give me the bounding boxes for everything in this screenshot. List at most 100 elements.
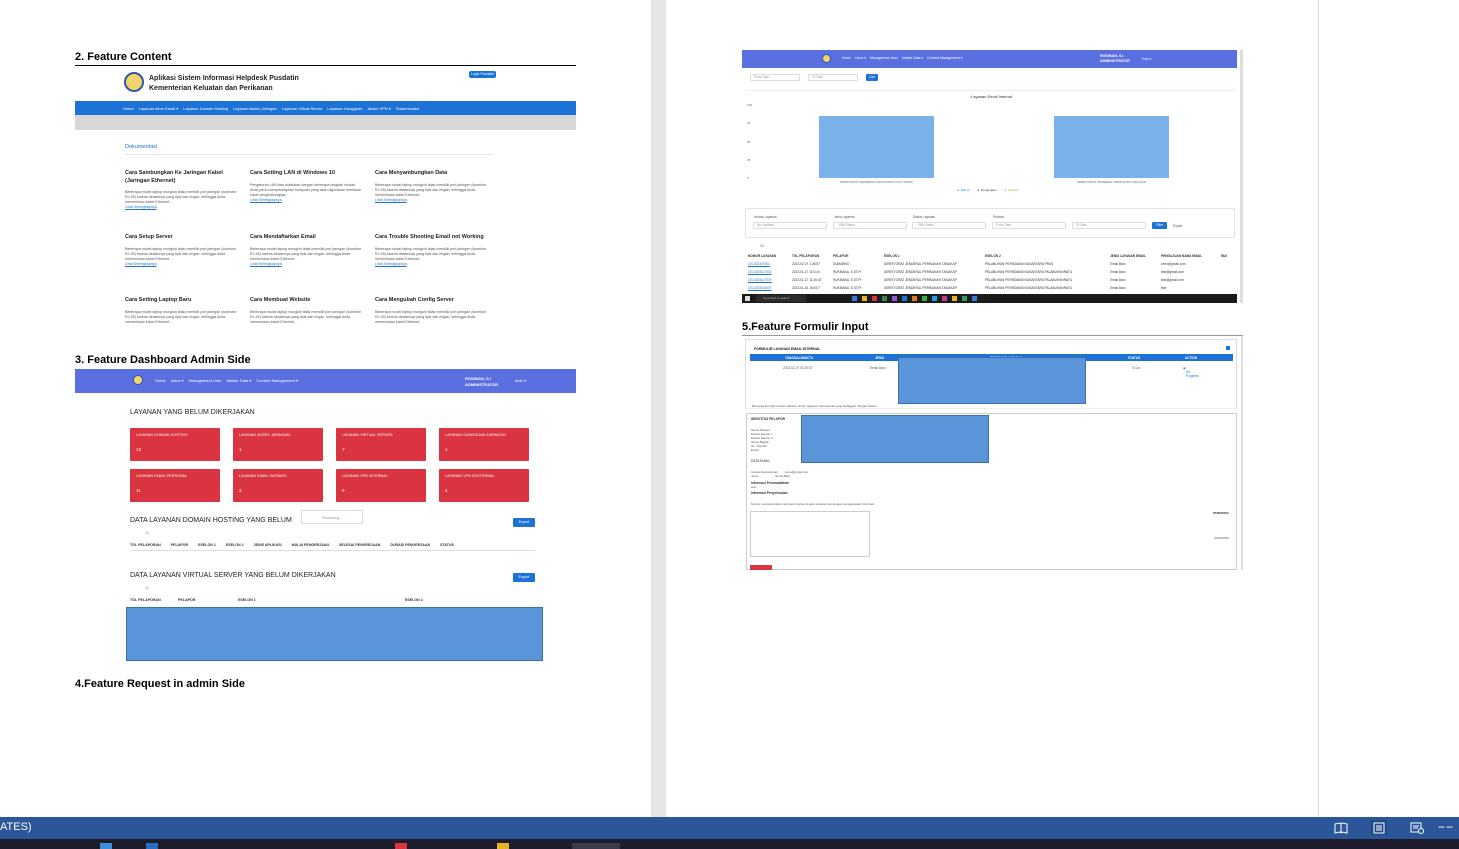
read-mode-icon[interactable] — [1333, 820, 1349, 835]
submit-button[interactable] — [750, 565, 772, 570]
login-button[interactable]: Login Pusdatin — [469, 71, 496, 78]
request-number-link[interactable]: LEI-202311700Z — [748, 270, 772, 274]
nav-item[interactable]: Layanan Akun Email ▾ — [139, 106, 179, 111]
windows-start-icon[interactable] — [745, 296, 750, 301]
jenis-layanan-select[interactable]: - Pilih Status - — [833, 222, 907, 229]
read-more-link[interactable]: Lihat Selengkapnya — [250, 198, 365, 202]
language-indicator[interactable]: ATES) — [0, 821, 32, 833]
breadcrumb[interactable]: Dokumentasi — [125, 144, 157, 150]
column-header[interactable]: JENIS LAYANAN EMAIL — [1110, 254, 1146, 258]
read-more-link[interactable]: Lihat Selengkapnya — [375, 198, 490, 202]
user-info[interactable]: ROSIMAN, S.I ADMINISTRATOR — [1100, 54, 1130, 64]
action-radio[interactable]: ◉ On Progress — [1183, 366, 1199, 378]
table-row[interactable]: LEI-202311700Y 2023-01-17 11:25:42 RUKMA… — [748, 278, 1236, 285]
web-layout-icon[interactable] — [1409, 820, 1425, 835]
admin-menu-item[interactable]: Inbox ▾ — [855, 56, 866, 60]
to-date-input[interactable]: To Date — [808, 74, 858, 81]
column-header[interactable]: ESELON 1 — [884, 254, 900, 258]
no-layanan-input[interactable]: No Layanan — [753, 222, 827, 229]
table-row[interactable]: LEI-202311600T 2023-01-16 16:44:7 RUKMAN… — [748, 286, 1236, 293]
legend-item[interactable]: Pengerjaan — [977, 188, 996, 192]
admin-menu-item[interactable]: Inbox ▾ — [171, 378, 184, 383]
export-link[interactable]: Export — [1173, 224, 1182, 228]
column-header[interactable]: PELAPOR — [171, 543, 188, 547]
column-header[interactable]: ESELON 2 — [405, 598, 423, 602]
service-card[interactable]: LAYANAN EMAIL INSTANSI 3 — [233, 469, 323, 502]
app-icon[interactable] — [852, 296, 857, 301]
show-entries-select[interactable]: 10 — [145, 531, 149, 535]
folder-icon[interactable] — [862, 296, 867, 301]
taskbar-search[interactable]: Type here to search — [756, 295, 806, 302]
penyelesaian-textarea[interactable] — [750, 511, 870, 557]
language-dropdown[interactable]: Indo ▾ — [1142, 57, 1151, 61]
column-header[interactable]: SELESAI PENGERJAAN — [339, 543, 380, 547]
nav-item[interactable]: Layanan Akses Jaringan — [233, 106, 277, 111]
legend-item[interactable]: Selesai — [1005, 188, 1018, 192]
nav-item[interactable]: Home — [123, 106, 134, 111]
from-date-input[interactable]: From Date — [750, 74, 800, 81]
request-number-link[interactable]: LEI-202311700Y — [748, 278, 772, 282]
column-header[interactable]: DURASI PENGERJAAN — [390, 543, 430, 547]
service-card[interactable]: LAYANAN VPN EKSTERNAL 4 — [439, 469, 529, 502]
show-entries-select[interactable]: 10 — [145, 586, 149, 590]
read-more-link[interactable]: Lihat Selengkapnya — [375, 262, 490, 266]
service-card[interactable]: LAYANAN VPN INTERNAL 9 — [336, 469, 426, 502]
nav-item[interactable]: Layanan Domain Hosting — [183, 106, 228, 111]
column-header[interactable]: PELAPOR — [178, 598, 238, 602]
chart-bar[interactable] — [1053, 115, 1170, 178]
language-dropdown[interactable]: Indo ▾ — [515, 378, 526, 383]
nav-item[interactable]: Layanan Gangguan — [327, 106, 362, 111]
admin-menu-item[interactable]: Home — [842, 56, 851, 60]
column-header[interactable]: TGL PELAPORAN — [792, 254, 819, 258]
app-icon[interactable] — [497, 843, 509, 849]
service-card[interactable]: LAYANAN VIRTUAL SERVER 7 — [336, 428, 426, 461]
app-icon[interactable] — [972, 296, 977, 301]
app-icon[interactable] — [146, 843, 158, 849]
column-header[interactable]: TGL PELAPORAN — [130, 543, 161, 547]
chart-bar[interactable] — [818, 115, 935, 178]
admin-menu-item[interactable]: Home — [155, 378, 166, 383]
show-entries-select[interactable]: 10 — [760, 244, 764, 248]
zoom-slider-icon[interactable]: −− — [1438, 820, 1454, 834]
app-icon[interactable] — [912, 296, 917, 301]
legend-item[interactable]: Belum — [957, 188, 970, 192]
service-card[interactable]: LAYANAN EMAIL PERSONAL 11 — [130, 469, 220, 502]
doc-card-title[interactable]: Cara Mendaftarkan Email — [250, 234, 365, 242]
app-icon[interactable] — [872, 296, 877, 301]
print-layout-icon[interactable] — [1371, 820, 1387, 835]
admin-menu-item[interactable]: Content Management ▾ — [927, 56, 962, 60]
request-number-link[interactable]: LEI-202311600T — [748, 286, 772, 290]
nav-item[interactable]: Layanan Virtual Server — [282, 106, 323, 111]
read-more-link[interactable]: Lihat Selengkapnya — [125, 205, 240, 209]
doc-card-title[interactable]: Cara Sambungkan Ke Jaringan Kabel (Jarin… — [125, 170, 240, 185]
table-row[interactable]: LEI-202311700Z 2023-01-17 11:01:6 RUKMAN… — [748, 270, 1236, 277]
column-header[interactable]: NOMOR LAYANAN — [748, 254, 776, 258]
app-icon[interactable] — [892, 296, 897, 301]
app-icon[interactable] — [902, 296, 907, 301]
admin-menu-item[interactable]: Management User — [870, 56, 898, 60]
doc-card-title[interactable]: Cara Mengubah Config Server — [375, 297, 490, 305]
export-button[interactable]: Export — [513, 518, 535, 527]
column-header[interactable]: ESELON 2 — [985, 254, 1001, 258]
period-from-input[interactable]: From Date — [992, 222, 1066, 229]
filter-button[interactable]: Filter — [1152, 222, 1167, 229]
doc-card-title[interactable]: Cara Setup Server — [125, 234, 240, 242]
app-icon[interactable] — [395, 843, 407, 849]
doc-card-title[interactable]: Cara Setting Laptop Baru — [125, 297, 240, 305]
doc-card-title[interactable]: Cara Trouble Shooting Email not Working — [375, 234, 490, 242]
doc-card-title[interactable]: Cara Setting LAN di Windows 10 — [250, 170, 365, 178]
status-layanan-select[interactable]: - Pilih Status - — [912, 222, 986, 229]
app-icon[interactable] — [922, 296, 927, 301]
user-info[interactable]: ROSIMAN, S.I ADMINISTRATOR — [465, 376, 498, 388]
app-icon[interactable] — [962, 296, 967, 301]
column-header[interactable]: MUI — [1221, 254, 1227, 258]
app-icon[interactable] — [942, 296, 947, 301]
read-more-link[interactable]: Lihat Selengkapnya — [250, 262, 365, 266]
app-icon[interactable] — [932, 296, 937, 301]
column-header[interactable]: STATUS — [440, 543, 454, 547]
app-icon[interactable] — [952, 296, 957, 301]
column-header[interactable]: PELAPOR — [833, 254, 848, 258]
column-header[interactable]: JENIS APLIKASI — [254, 543, 282, 547]
column-header[interactable]: TGL PELAPORAN — [130, 598, 178, 602]
collapse-icon[interactable] — [1226, 346, 1230, 350]
